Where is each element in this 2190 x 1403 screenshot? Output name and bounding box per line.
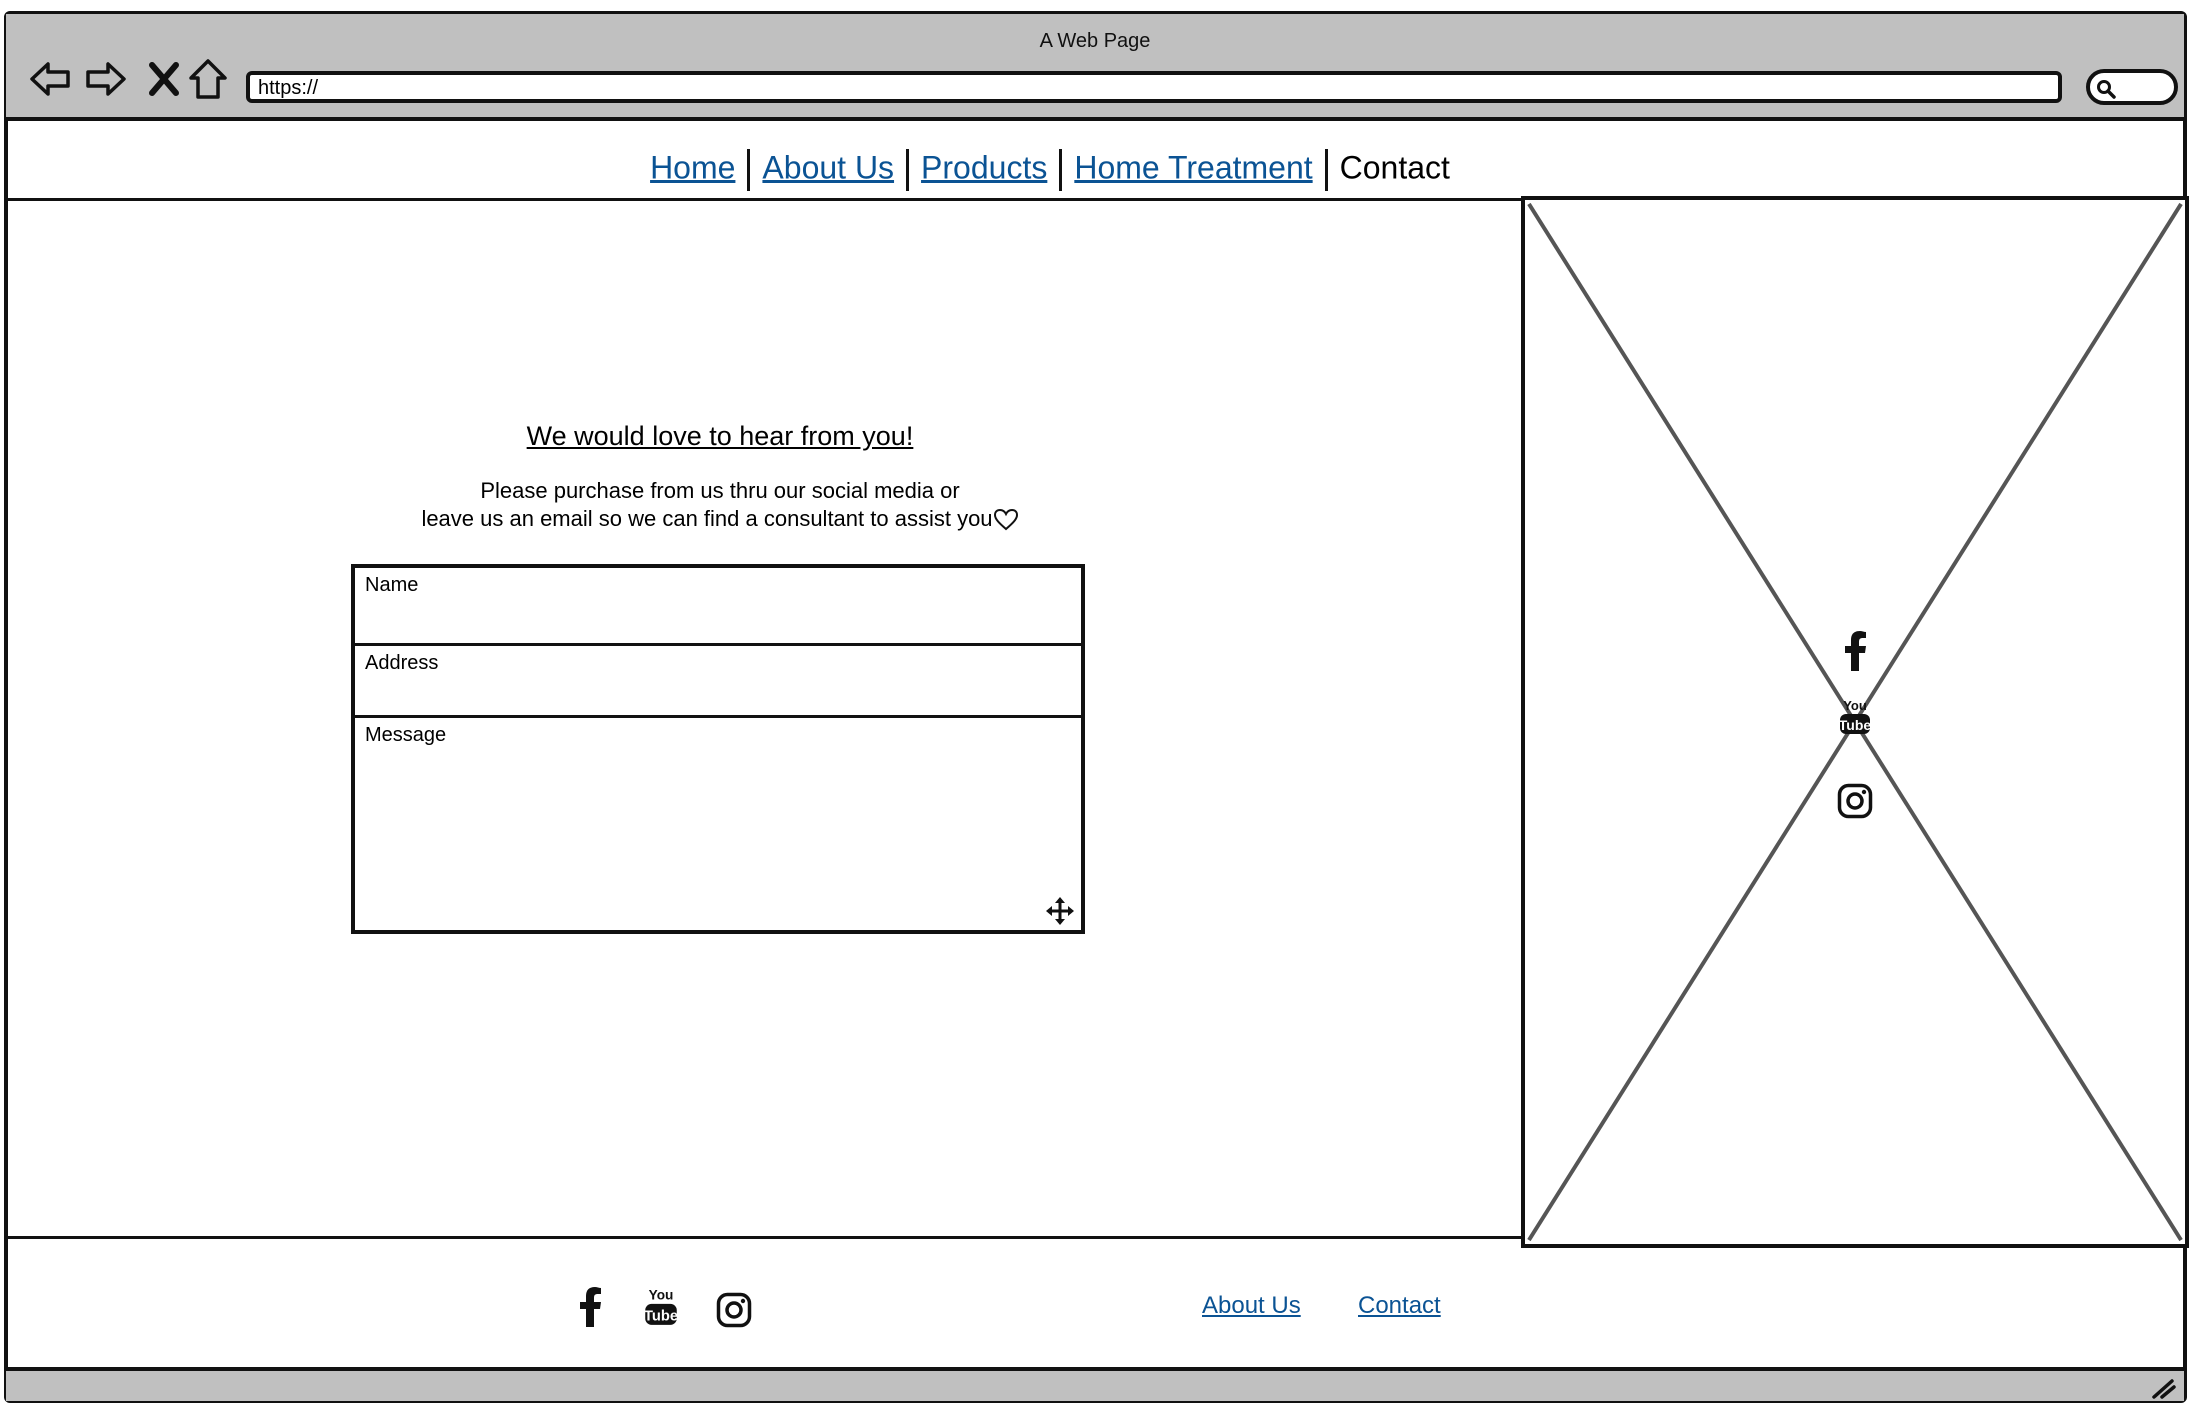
url-bar[interactable]: https:// <box>246 71 2062 103</box>
close-x-icon[interactable] <box>140 55 188 103</box>
instagram-icon[interactable] <box>1837 783 1873 819</box>
resize-grip-icon[interactable] <box>2148 1375 2176 1399</box>
name-field[interactable]: Name <box>355 568 1081 646</box>
nav-separator <box>1059 149 1063 191</box>
message-field[interactable]: Message <box>355 718 1081 930</box>
youtube-icon[interactable]: You Tube <box>1839 697 1871 737</box>
search-box[interactable] <box>2086 69 2178 105</box>
browser-status-bar <box>6 1367 2184 1401</box>
address-label: Address <box>365 652 439 674</box>
intro-text: Please purchase from us thru our social … <box>330 477 1110 533</box>
svg-text:Tube: Tube <box>644 1309 678 1325</box>
intro-line-2: leave us an email so we can find a consu… <box>421 506 993 531</box>
svg-text:You: You <box>649 1288 674 1303</box>
footer-link-contact[interactable]: Contact <box>1358 1292 1441 1320</box>
content-divider <box>6 1236 1523 1239</box>
window-title: A Web Page <box>1039 30 1151 52</box>
top-navigation: Home About Us Products Home Treatment Contac… <box>6 121 2184 201</box>
nav-home[interactable]: Home <box>650 149 735 185</box>
nav-about-us[interactable]: About Us <box>762 149 894 185</box>
nav-separator <box>1324 149 1328 191</box>
forward-arrow-icon[interactable] <box>82 55 130 103</box>
svg-text:Tube: Tube <box>1839 717 1871 733</box>
heart-icon <box>993 509 1018 531</box>
address-field[interactable]: Address <box>355 646 1081 718</box>
search-icon <box>2097 80 2116 99</box>
back-arrow-icon[interactable] <box>26 55 74 103</box>
nav-products[interactable]: Products <box>921 149 1047 185</box>
nav-contact-current: Contact <box>1339 149 1450 186</box>
home-icon[interactable] <box>184 55 232 103</box>
browser-toolbar: A Web Page https:// <box>6 14 2184 121</box>
message-label: Message <box>365 724 447 746</box>
nav-separator <box>906 149 910 191</box>
footer-link-about-us[interactable]: About Us <box>1202 1292 1301 1320</box>
svg-text:You: You <box>1843 698 1867 713</box>
url-text: https:// <box>258 77 319 99</box>
nav-home-treatment[interactable]: Home Treatment <box>1074 149 1312 185</box>
facebook-icon[interactable] <box>1841 631 1869 671</box>
facebook-icon[interactable] <box>576 1286 604 1328</box>
nav-separator <box>747 149 751 191</box>
resize-move-icon[interactable] <box>1045 896 1075 926</box>
page-heading: We would love to hear from you! <box>526 421 914 451</box>
instagram-icon[interactable] <box>716 1292 752 1328</box>
name-label: Name <box>365 574 419 596</box>
intro-line-1: Please purchase from us thru our social … <box>480 478 960 503</box>
contact-form: Name Address Message <box>351 564 1085 934</box>
youtube-icon[interactable]: You Tube <box>644 1286 678 1328</box>
